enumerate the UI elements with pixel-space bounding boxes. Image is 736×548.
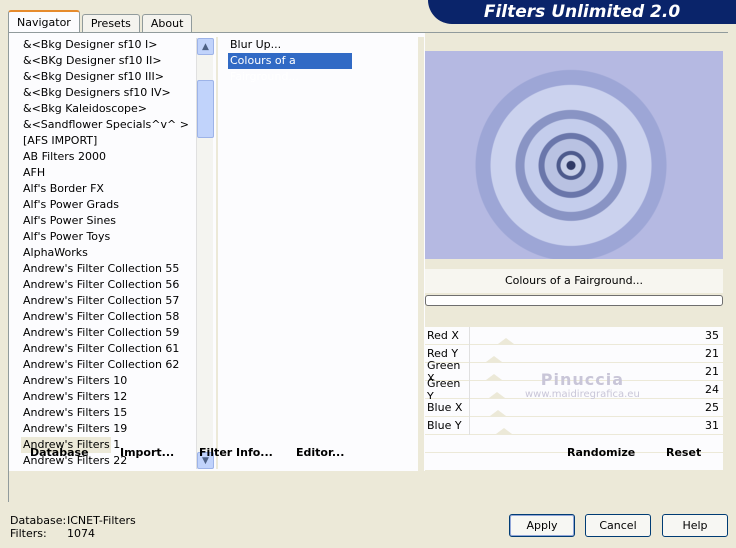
- preview-pane: Colours of a Fairground... Red X 35 Red Y…: [425, 33, 728, 501]
- filters-label: Filters:: [10, 527, 47, 540]
- slider-thumb[interactable]: [490, 409, 506, 416]
- list-item[interactable]: Blur Up...: [228, 37, 428, 53]
- list-item[interactable]: Alf's Power Grads: [21, 197, 221, 213]
- reset-link[interactable]: Reset: [666, 446, 701, 459]
- slider-value: 24: [705, 383, 719, 396]
- slider-label: Blue Y: [427, 419, 462, 432]
- randomize-link[interactable]: Randomize: [567, 446, 635, 459]
- list-item[interactable]: Andrew's Filter Collection 62: [21, 357, 221, 373]
- watermark-name: Pinuccia: [540, 370, 625, 389]
- cancel-button[interactable]: Cancel: [585, 514, 651, 537]
- list-item[interactable]: &<Bkg Designer sf10 I>: [21, 37, 221, 53]
- list-item[interactable]: Andrew's Filter Collection 61: [21, 341, 221, 357]
- list-item[interactable]: Andrew's Filter Collection 59: [21, 325, 221, 341]
- navigator-panel: &<Bkg Designer sf10 I> &<BKg Designer sf…: [8, 32, 729, 502]
- category-scrollbar[interactable]: ▲ ▼: [196, 38, 214, 469]
- list-item[interactable]: &<Bkg Designer sf10 III>: [21, 69, 221, 85]
- slider-thumb[interactable]: [496, 427, 512, 434]
- database-value: ICNET-Filters: [67, 514, 136, 527]
- import-link[interactable]: Import...: [120, 446, 174, 459]
- list-item[interactable]: Alf's Power Toys: [21, 229, 221, 245]
- scroll-up-icon[interactable]: ▲: [197, 38, 214, 55]
- watermark: Pinuccia www.maidiregrafica.eu: [525, 370, 640, 400]
- progress-bar: [425, 295, 723, 306]
- list-item[interactable]: Alf's Border FX: [21, 181, 221, 197]
- list-item[interactable]: AFH: [21, 165, 221, 181]
- status-info: Database:ICNET-Filters Filters: 1074: [10, 514, 136, 540]
- tab-presets[interactable]: Presets: [81, 14, 140, 32]
- list-item[interactable]: [AFS IMPORT]: [21, 133, 221, 149]
- slider-track[interactable]: [469, 344, 697, 363]
- list-item[interactable]: &<Sandflower Specials^v^ >: [21, 117, 221, 133]
- slider-red-x[interactable]: Red X 35: [425, 326, 723, 345]
- list-item[interactable]: AlphaWorks: [21, 245, 221, 261]
- slider-label: Blue X: [427, 401, 463, 414]
- slider-blue-x[interactable]: Blue X 25: [425, 398, 723, 417]
- divider: [216, 37, 218, 469]
- database-link[interactable]: Database: [30, 446, 89, 459]
- apply-button[interactable]: Apply: [509, 514, 575, 537]
- slider-thumb[interactable]: [486, 355, 502, 362]
- tab-navigator[interactable]: Navigator: [8, 10, 80, 32]
- list-item[interactable]: Andrew's Filters 10: [21, 373, 221, 389]
- scroll-thumb[interactable]: [197, 80, 214, 138]
- slider-value: 21: [705, 347, 719, 360]
- list-item[interactable]: Andrew's Filter Collection 56: [21, 277, 221, 293]
- slider-track[interactable]: [469, 326, 697, 345]
- slider-label: Red X: [427, 329, 459, 342]
- list-item[interactable]: &<BKg Designer sf10 II>: [21, 53, 221, 69]
- slider-track[interactable]: [469, 398, 697, 417]
- filter-list[interactable]: Blur Up... Colours of a Fairground...: [228, 37, 428, 83]
- slider-track[interactable]: [469, 416, 697, 435]
- help-button[interactable]: Help: [662, 514, 728, 537]
- slider-red-y[interactable]: Red Y 21: [425, 344, 723, 363]
- list-item[interactable]: Andrew's Filter Collection 57: [21, 293, 221, 309]
- list-item[interactable]: Alf's Power Sines: [21, 213, 221, 229]
- list-item-selected[interactable]: Colours of a Fairground...: [228, 53, 352, 83]
- category-list[interactable]: &<Bkg Designer sf10 I> &<BKg Designer sf…: [21, 37, 221, 469]
- list-item[interactable]: Andrew's Filters 15: [21, 405, 221, 421]
- filter-info-link[interactable]: Filter Info...: [199, 446, 273, 459]
- filters-count: 1074: [67, 527, 95, 540]
- slider-thumb[interactable]: [489, 391, 505, 398]
- list-item[interactable]: &<Bkg Kaleidoscope>: [21, 101, 221, 117]
- bottom-toolbar: [9, 471, 729, 502]
- filter-title: Colours of a Fairground...: [425, 269, 723, 293]
- tab-strip: Navigator Presets About: [8, 10, 194, 32]
- slider-thumb[interactable]: [498, 337, 514, 344]
- slider-value: 31: [705, 419, 719, 432]
- list-item[interactable]: &<Bkg Designers sf10 IV>: [21, 85, 221, 101]
- slider-value: 25: [705, 401, 719, 414]
- slider-value: 21: [705, 365, 719, 378]
- editor-link[interactable]: Editor...: [296, 446, 344, 459]
- database-label: Database:: [10, 514, 67, 527]
- slider-value: 35: [705, 329, 719, 342]
- preview-image: [425, 51, 723, 259]
- watermark-url: www.maidiregrafica.eu: [525, 389, 640, 400]
- list-item[interactable]: Andrew's Filter Collection 55: [21, 261, 221, 277]
- tab-about[interactable]: About: [141, 14, 193, 32]
- slider-blue-y[interactable]: Blue Y 31: [425, 416, 723, 435]
- divider: [418, 37, 424, 502]
- list-item[interactable]: Andrew's Filters 19: [21, 421, 221, 437]
- app-banner: Filters Unlimited 2.0: [428, 0, 736, 24]
- list-item[interactable]: AB Filters 2000: [21, 149, 221, 165]
- list-item[interactable]: Andrew's Filters 12: [21, 389, 221, 405]
- list-item[interactable]: Andrew's Filter Collection 58: [21, 309, 221, 325]
- slider-thumb[interactable]: [486, 373, 502, 380]
